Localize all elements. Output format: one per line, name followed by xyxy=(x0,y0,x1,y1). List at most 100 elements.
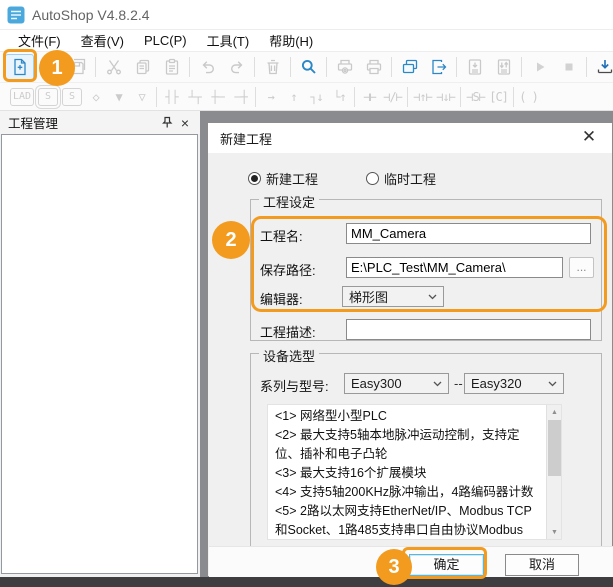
ladder-branch4-button[interactable]: ─┼ xyxy=(229,86,252,108)
ladder-branch3-button[interactable]: ┼─ xyxy=(206,86,229,108)
copy-button[interactable] xyxy=(128,54,157,81)
autoshop-window: AutoShop V4.8.2.4 文件(F) 查看(V) PLC(P) 工具(… xyxy=(0,0,613,587)
contact-nc-button[interactable]: ⊣/⊢ xyxy=(381,86,404,108)
toolbar-separator xyxy=(391,57,392,77)
app-logo-icon xyxy=(7,6,25,24)
contact-rising-button[interactable]: ⊣↑⊢ xyxy=(411,86,434,108)
cancel-button[interactable]: 取消 xyxy=(505,554,579,576)
windows-icon xyxy=(401,58,419,76)
main-toolbar xyxy=(0,52,613,83)
project-tree-area[interactable] xyxy=(1,134,198,574)
device-info-scrollbar[interactable]: ▲ ▼ xyxy=(546,405,561,539)
ladder-line-up-button[interactable]: ↑ xyxy=(282,86,305,108)
toolbar-separator xyxy=(326,57,327,77)
ladder-branch1-button[interactable]: ┤├ xyxy=(160,86,183,108)
redo-icon xyxy=(228,58,246,76)
toolbar-separator xyxy=(354,87,355,107)
scroll-down-icon[interactable]: ▼ xyxy=(547,525,562,539)
contact-falling-button[interactable]: ⊣↓⊢ xyxy=(434,86,457,108)
chevron-down-icon xyxy=(433,381,442,387)
download-list-button[interactable] xyxy=(460,54,489,81)
device-info-text: <1> 网络型小型PLC <2> 最大支持5轴本地脉冲运动控制，支持定位、插补和… xyxy=(268,405,546,539)
delete-button[interactable] xyxy=(258,54,287,81)
coil-output-button[interactable]: ( ) xyxy=(517,86,540,108)
export-icon xyxy=(430,58,448,76)
radio-temp-project[interactable]: 临时工程 xyxy=(366,169,436,188)
coil-set-button[interactable]: ⊣S⊢ xyxy=(464,86,487,108)
compare-list-button[interactable] xyxy=(489,54,518,81)
toolbar-separator xyxy=(407,87,408,107)
toolbar-separator xyxy=(460,87,461,107)
cut-button[interactable] xyxy=(99,54,128,81)
description-input[interactable] xyxy=(346,319,591,340)
annotation-rect-step2 xyxy=(251,216,607,312)
search-icon xyxy=(300,58,318,76)
series-value: Easy300 xyxy=(351,376,402,391)
radio-temp-label: 临时工程 xyxy=(384,169,436,188)
annotation-circle-step2: 2 xyxy=(212,221,250,259)
download-to-plc-button[interactable] xyxy=(590,54,613,81)
annotation-circle-step1: 1 xyxy=(39,50,75,86)
dialog-close-icon[interactable]: ✕ xyxy=(578,127,600,149)
menu-plc[interactable]: PLC(P) xyxy=(134,31,197,50)
ladder-line-right-button[interactable]: → xyxy=(259,86,282,108)
ladder-s-button[interactable]: S xyxy=(38,88,58,106)
menu-tools[interactable]: 工具(T) xyxy=(197,29,260,52)
export-button[interactable] xyxy=(424,54,453,81)
dialog-title: 新建工程 xyxy=(220,129,578,148)
print-preview-button[interactable] xyxy=(330,54,359,81)
print-button[interactable] xyxy=(359,54,388,81)
annotation-rect-step1 xyxy=(3,49,37,82)
description-label: 工程描述: xyxy=(260,322,316,341)
project-settings-label: 工程设定 xyxy=(259,192,319,211)
series-dash: -- xyxy=(454,376,463,391)
radio-selected-icon xyxy=(248,172,261,185)
project-type-radios: 新建工程 临时工程 xyxy=(208,169,612,187)
series-select[interactable]: Easy300 xyxy=(344,373,449,394)
ladder-arrow-down-filled-button[interactable]: ▼ xyxy=(107,86,130,108)
pin-panel-button[interactable] xyxy=(158,115,176,131)
title-bar: AutoShop V4.8.2.4 xyxy=(0,0,613,29)
redo-button[interactable] xyxy=(222,54,251,81)
stop-button[interactable] xyxy=(554,54,583,81)
close-panel-button[interactable]: × xyxy=(176,115,194,131)
radio-unselected-icon xyxy=(366,172,379,185)
scroll-up-icon[interactable]: ▲ xyxy=(547,405,562,419)
panel-title: 工程管理 xyxy=(8,113,158,132)
toolbar-separator xyxy=(290,57,291,77)
ladder-corner-up-button[interactable]: └↑ xyxy=(328,86,351,108)
ladder-arrow-down-button[interactable]: ▽ xyxy=(130,86,153,108)
toolbar-separator xyxy=(586,57,587,77)
radio-new-label: 新建工程 xyxy=(266,169,318,188)
scroll-thumb[interactable] xyxy=(548,420,561,476)
ladder-lad-button[interactable]: LAD xyxy=(10,88,34,106)
search-button[interactable] xyxy=(294,54,323,81)
window-bottom-edge xyxy=(0,577,613,587)
paste-icon xyxy=(163,58,181,76)
run-button[interactable] xyxy=(525,54,554,81)
annotation-rect-step3 xyxy=(402,547,487,579)
ladder-corner-down-button[interactable]: ┐↓ xyxy=(305,86,328,108)
window-title: AutoShop V4.8.2.4 xyxy=(32,7,150,23)
ladder-toolbar: LAD S S ◇ ▼ ▽ ┤├ ┴┬ ┼─ ─┼ → ↑ ┐↓ └↑ ⊣⊢ ⊣… xyxy=(0,83,613,111)
new-project-dialog: 新建工程 ✕ 新建工程 临时工程 工程设定 工程名: 保存路径: ... 编辑器… xyxy=(207,122,613,577)
pin-icon xyxy=(161,116,173,129)
undo-button[interactable] xyxy=(193,54,222,81)
stop-icon xyxy=(560,58,578,76)
toolbar-separator xyxy=(513,87,514,107)
ladder-s2-button[interactable]: S xyxy=(62,88,82,106)
paste-button[interactable] xyxy=(157,54,186,81)
coil-c-button[interactable]: [C] xyxy=(487,86,510,108)
contact-no-button[interactable]: ⊣⊢ xyxy=(358,86,381,108)
ladder-node-button[interactable]: ◇ xyxy=(84,86,107,108)
chevron-down-icon xyxy=(548,381,557,387)
window-copy-button[interactable] xyxy=(395,54,424,81)
model-select[interactable]: Easy320 xyxy=(464,373,564,394)
copy-icon xyxy=(134,58,152,76)
menu-bar: 文件(F) 查看(V) PLC(P) 工具(T) 帮助(H) xyxy=(0,29,613,52)
menu-view[interactable]: 查看(V) xyxy=(71,29,134,52)
menu-help[interactable]: 帮助(H) xyxy=(259,29,323,52)
ladder-branch2-button[interactable]: ┴┬ xyxy=(183,86,206,108)
radio-new-project[interactable]: 新建工程 xyxy=(248,169,318,188)
toolbar-separator xyxy=(521,57,522,77)
